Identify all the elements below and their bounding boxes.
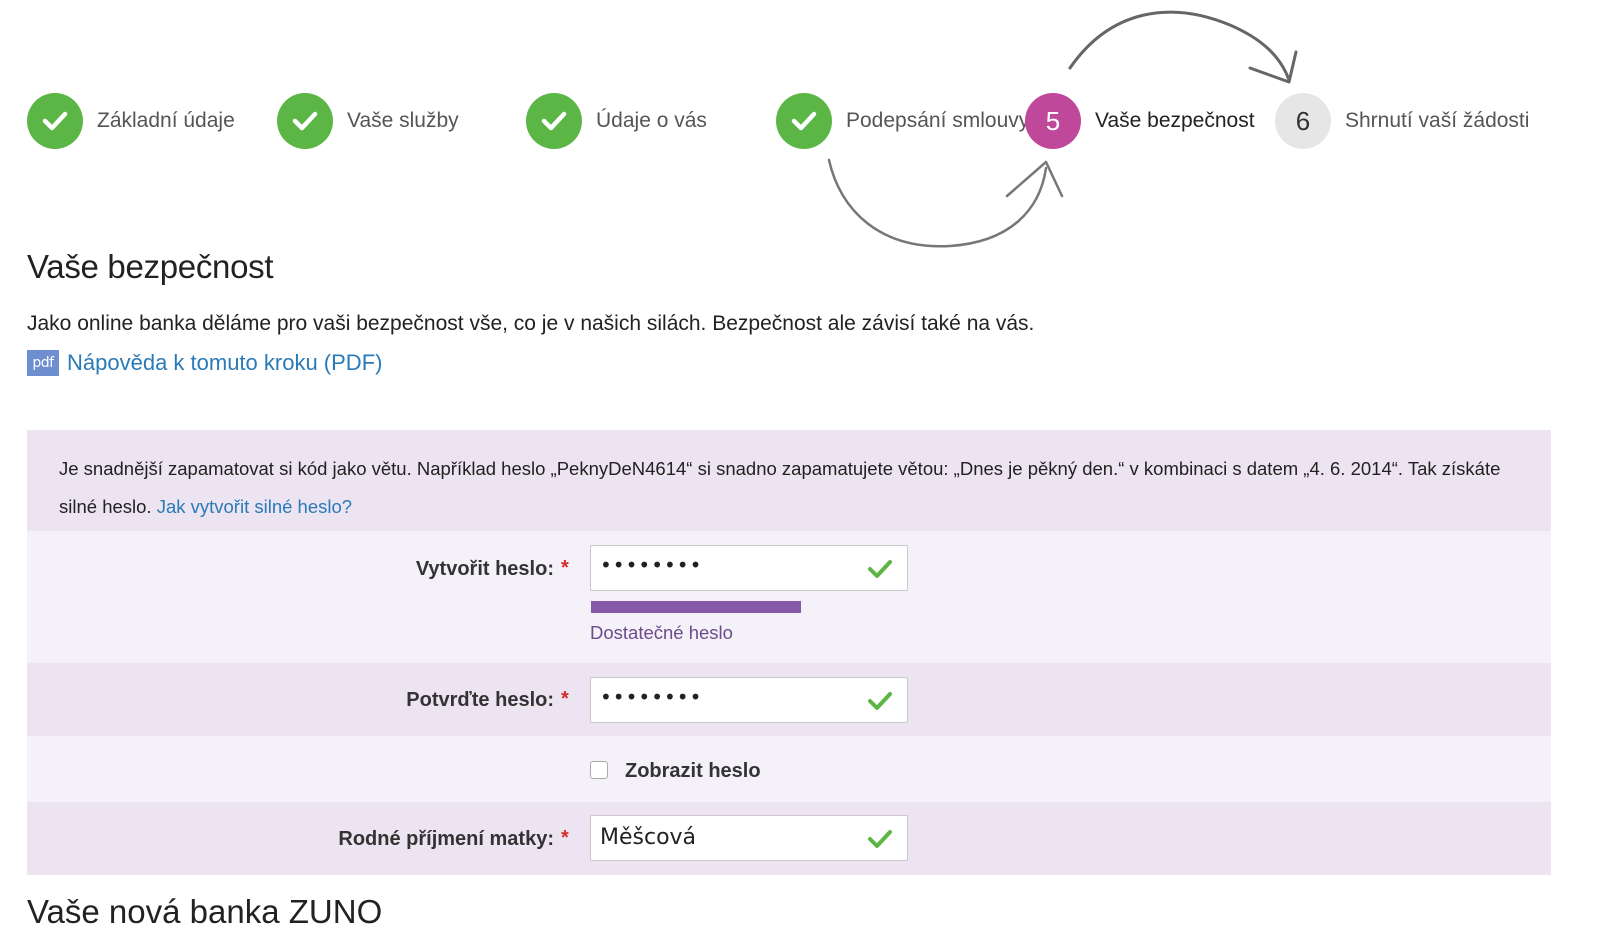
page-title: Vaše bezpečnost [27, 248, 274, 285]
step-done-circle [277, 93, 333, 149]
check-icon [541, 111, 567, 131]
required-mark: * [561, 688, 569, 710]
check-icon [868, 830, 892, 848]
check-icon [868, 560, 892, 578]
step-zakladni-udaje[interactable]: Základní údaje [27, 93, 235, 149]
row-show-password: Zobrazit heslo [27, 736, 1551, 802]
check-icon [791, 111, 817, 131]
confirm-password-input[interactable]: •••••••• [590, 677, 908, 723]
step-label: Vaše služby [347, 109, 459, 132]
step-udaje-o-vas[interactable]: Údaje o vás [526, 93, 707, 149]
step-vase-sluzby[interactable]: Vaše služby [277, 93, 459, 149]
required-mark: * [561, 557, 569, 579]
step-number-circle: 5 [1025, 93, 1081, 149]
step-label: Vaše bezpečnost [1095, 109, 1255, 132]
mother-maiden-name-input[interactable]: Měšcová [590, 815, 908, 861]
step-done-circle [776, 93, 832, 149]
mother-maiden-name-label: Rodné příjmení matky: [338, 828, 554, 850]
page: Základní údaje Vaše služby Údaje o vás P… [0, 0, 1600, 926]
strong-password-link[interactable]: Jak vytvořit silné heslo? [157, 496, 352, 517]
required-mark: * [561, 827, 569, 849]
step-number-circle: 6 [1275, 93, 1331, 149]
step-done-circle [526, 93, 582, 149]
security-form: Je snadnější zapamatovat si kód jako vět… [27, 430, 1551, 875]
confirm-password-label: Potvrďte heslo: [406, 689, 554, 711]
progress-stepper: Základní údaje Vaše služby Údaje o vás P… [27, 93, 1587, 149]
row-mother-maiden-name: Rodné příjmení matky: * Měšcová [27, 802, 1551, 875]
create-password-input[interactable]: •••••••• [590, 545, 908, 591]
password-tip: Je snadnější zapamatovat si kód jako vět… [27, 430, 1551, 531]
input-value: Měšcová [600, 825, 697, 850]
help-pdf-link[interactable]: Nápověda k tomuto kroku (PDF) [67, 350, 382, 376]
step-label: Podepsání smlouvy [846, 109, 1030, 132]
create-password-label: Vytvořit heslo: [415, 558, 554, 580]
show-password-checkbox[interactable] [590, 761, 608, 779]
step-label: Základní údaje [97, 109, 235, 132]
arrow-bottom-head [1005, 160, 1064, 198]
row-create-password: Vytvořit heslo: * •••••••• Dostatečné he… [27, 531, 1551, 663]
step-label: Údaje o vás [596, 109, 707, 132]
input-value: •••••••• [600, 685, 703, 709]
check-icon [42, 111, 68, 131]
step-label: Shrnutí vaší žádosti [1345, 109, 1530, 132]
step-vase-bezpecnost: 5 Vaše bezpečnost [1025, 93, 1255, 149]
arrow-bottom [827, 158, 1048, 248]
row-confirm-password: Potvrďte heslo: * •••••••• [27, 663, 1551, 736]
step-done-circle [27, 93, 83, 149]
step-shrnuti: 6 Shrnutí vaší žádosti [1275, 93, 1529, 149]
password-strength-text: Dostatečné heslo [590, 622, 733, 643]
show-password-label[interactable]: Zobrazit heslo [625, 760, 761, 783]
check-icon [292, 111, 318, 131]
arrow-top [1068, 10, 1291, 82]
password-strength-bar [591, 601, 801, 613]
help-link-row: pdf Nápověda k tomuto kroku (PDF) [27, 350, 382, 376]
arrow-top-head [1248, 50, 1298, 84]
intro-text: Jako online banka děláme pro vaši bezpeč… [27, 312, 1035, 335]
next-section-heading: Vaše nová banka ZUNO [27, 893, 383, 926]
input-value: •••••••• [600, 553, 703, 577]
check-icon [868, 692, 892, 710]
step-podepsani-smlouvy[interactable]: Podepsání smlouvy [776, 93, 1029, 149]
pdf-icon: pdf [27, 350, 59, 376]
